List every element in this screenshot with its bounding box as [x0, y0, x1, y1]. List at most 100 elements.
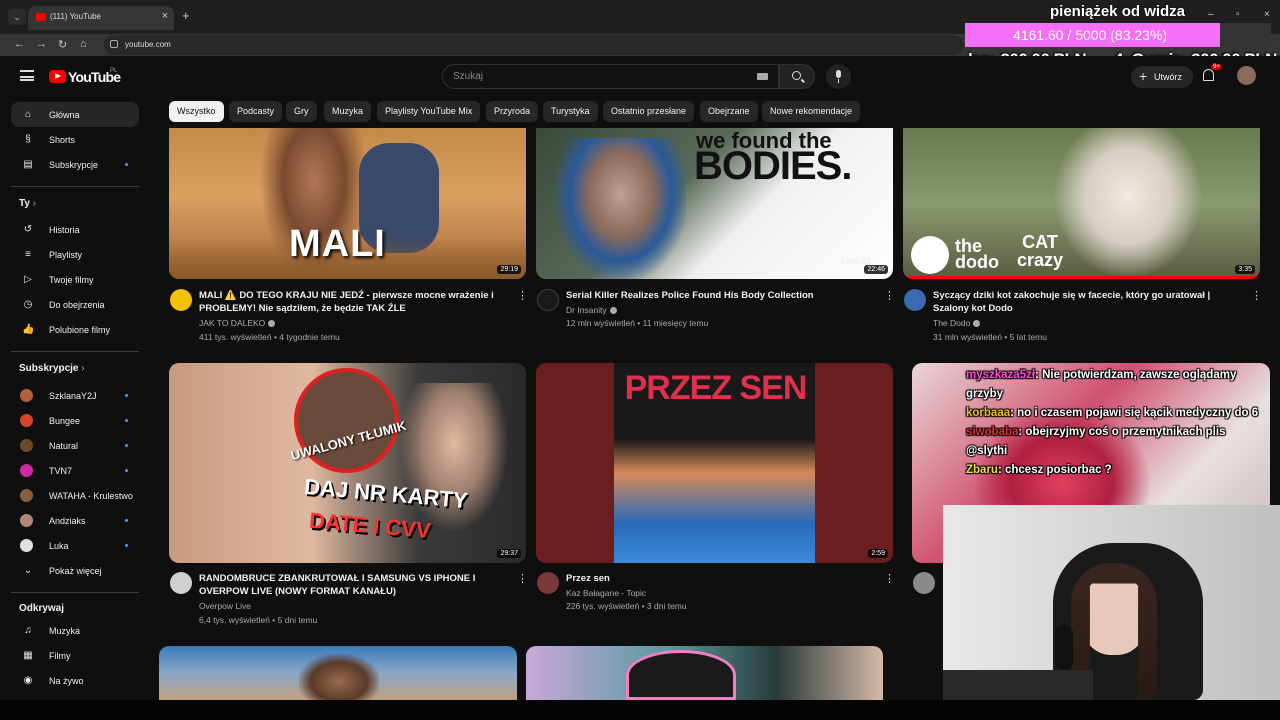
more-options-icon[interactable]: ⋮	[884, 572, 895, 585]
subscriptions-section-header[interactable]: Subskrypcje ›	[19, 363, 85, 374]
channel-avatar	[20, 439, 33, 452]
more-options-icon[interactable]: ⋮	[1251, 289, 1262, 302]
sidebar-sub-szklanay2j[interactable]: SzklanaY2J	[11, 383, 139, 408]
search-button[interactable]	[779, 64, 815, 89]
you-section-header[interactable]: Ty ›	[19, 198, 36, 209]
channel-name[interactable]: Kaz Bałagane - Topic	[566, 586, 646, 600]
chip-recently-uploaded[interactable]: Ostatnio przesłane	[603, 101, 695, 122]
sidebar-item-shorts[interactable]: § Shorts	[11, 127, 139, 152]
chip-music[interactable]: Muzyka	[324, 101, 372, 122]
minimize-icon[interactable]: –	[1208, 9, 1214, 20]
site-info-icon[interactable]	[110, 40, 118, 48]
create-button[interactable]: + Utwórz	[1131, 66, 1193, 88]
notifications-bell-icon[interactable]	[1203, 69, 1214, 81]
webcam-overlay	[943, 505, 1280, 700]
sidebar-sub-wataha[interactable]: WATAHA - Krulestwo	[11, 483, 139, 508]
sidebar-item-home[interactable]: ⌂ Główna	[11, 102, 139, 127]
video-thumbnail-mali[interactable]: MALI 29:19	[169, 128, 526, 279]
sidebar-item-label: SzklanaY2J	[49, 391, 97, 401]
tab-search-icon[interactable]: ⌄	[8, 9, 26, 25]
more-options-icon[interactable]: ⋮	[884, 289, 895, 302]
channel-avatar[interactable]	[170, 289, 192, 311]
sidebar-divider	[11, 186, 139, 187]
channel-avatar[interactable]	[537, 289, 559, 311]
video-title[interactable]: Syczący dziki kot zakochuje się w faceci…	[933, 289, 1248, 315]
sidebar-item-history[interactable]: ↺ Historia	[11, 217, 139, 242]
video-title[interactable]: Serial Killer Realizes Police Found His …	[566, 289, 881, 302]
video-thumbnail-randombruce[interactable]: UWALONY TŁUMIK DAJ NR KARTY DATE I CVV 2…	[169, 363, 526, 563]
channel-name-text: Dr Insanity	[566, 305, 607, 315]
sidebar-item-label: Do obejrzenia	[49, 300, 105, 310]
new-tab-icon[interactable]: +	[182, 8, 190, 23]
sidebar-item-music[interactable]: ♫ Muzyka	[11, 618, 139, 643]
sidebar-sub-bungee[interactable]: Bungee	[11, 408, 139, 433]
sidebar-item-subscriptions[interactable]: ▤ Subskrypcje	[11, 152, 139, 177]
keyboard-icon[interactable]	[757, 73, 768, 80]
channel-name[interactable]: Overpow Live	[199, 599, 251, 613]
voice-search-mic-icon[interactable]	[826, 64, 851, 89]
sidebar-item-liked-videos[interactable]: 👍 Polubione filmy	[11, 317, 139, 342]
video-title[interactable]: MALI ⚠️ DO TEGO KRAJU NIE JEDŹ - pierwsz…	[199, 289, 514, 315]
channel-avatar[interactable]	[170, 572, 192, 594]
channel-avatar[interactable]	[537, 572, 559, 594]
chip-all[interactable]: Wszystko	[169, 101, 224, 122]
channel-name[interactable]: The Dodo	[933, 316, 981, 330]
sidebar-show-more[interactable]: ⌄ Pokaż więcej	[11, 558, 139, 583]
chip-watched[interactable]: Obejrzane	[700, 101, 758, 122]
chip-tourism[interactable]: Turystyka	[543, 101, 598, 122]
tab-close-icon[interactable]: ×	[162, 10, 168, 22]
chip-podcasts[interactable]: Podcasty	[229, 101, 283, 122]
more-options-icon[interactable]: ⋮	[517, 572, 528, 585]
browser-tab-youtube[interactable]: (111) YouTube ×	[28, 6, 174, 30]
sidebar-item-your-videos[interactable]: ▷ Twoje filmy	[11, 267, 139, 292]
channel-avatar	[20, 539, 33, 552]
channel-name[interactable]: JAK TO DALEKO	[199, 316, 276, 330]
video-thumbnail-dodo-cat[interactable]: the dodo CAT crazy 3:35	[903, 128, 1260, 279]
back-icon[interactable]: ←	[14, 38, 25, 50]
chip-new-recommendations[interactable]: Nowe rekomendacje	[762, 101, 861, 122]
video-title[interactable]: RANDOMBRUCE ZBANKRUTOWAŁ I SAMSUNG VS IP…	[199, 572, 514, 598]
sidebar-sub-tvn7[interactable]: TVN7	[11, 458, 139, 483]
chevron-right-icon: ›	[81, 363, 85, 374]
sidebar-sub-luka[interactable]: Luka	[11, 533, 139, 558]
url-text: youtube.com	[125, 40, 171, 49]
chip-games[interactable]: Gry	[286, 101, 317, 122]
channel-avatar[interactable]	[913, 572, 935, 594]
chip-youtube-mix[interactable]: Playlisty YouTube Mix	[377, 101, 481, 122]
chip-nature[interactable]: Przyroda	[486, 101, 539, 122]
reload-icon[interactable]: ↻	[58, 38, 67, 51]
url-field[interactable]: youtube.com	[104, 35, 964, 55]
account-avatar[interactable]	[1237, 66, 1256, 85]
chat-text: : no i czasem pojawi się kącik medyczny …	[1010, 407, 1259, 419]
home-page-icon[interactable]: ⌂	[80, 38, 87, 50]
sidebar-sub-andziaks[interactable]: Andziaks	[11, 508, 139, 533]
sidebar-item-live[interactable]: ◉ Na żywo	[11, 668, 139, 693]
video-thumbnail-row3-2[interactable]	[526, 646, 883, 700]
youtube-logo-icon[interactable]	[49, 70, 66, 83]
video-thumbnail-serial-killer[interactable]: we found the BODIES. cam 01 22:46	[536, 128, 893, 279]
video-title[interactable]: Przez sen	[566, 572, 881, 585]
sidebar-item-playlists[interactable]: ≡ Playlisty	[11, 242, 139, 267]
more-options-icon[interactable]: ⋮	[517, 289, 528, 302]
forward-icon[interactable]: →	[36, 38, 47, 50]
channel-avatar	[20, 464, 33, 477]
channel-avatar[interactable]	[904, 289, 926, 311]
hamburger-menu-icon[interactable]	[20, 70, 34, 81]
sidebar-sub-natural[interactable]: Natural	[11, 433, 139, 458]
channel-name[interactable]: Dr Insanity	[566, 303, 617, 317]
sidebar-item-watch-later[interactable]: ◷ Do obejrzenia	[11, 292, 139, 317]
tab-title: (111) YouTube	[50, 12, 102, 21]
search-input[interactable]: Szukaj	[442, 64, 779, 89]
thumb-text-1: the dodo	[955, 236, 999, 272]
thumb-text: MALI	[289, 223, 386, 265]
music-icon: ♫	[24, 625, 32, 636]
you-header-label: Ty	[19, 198, 30, 209]
sidebar-item-label: Historia	[49, 225, 80, 235]
sidebar-item-label: Luka	[49, 541, 69, 551]
video-duration: 3:35	[1235, 265, 1255, 274]
sidebar-item-movies[interactable]: ▦ Filmy	[11, 643, 139, 668]
video-thumbnail-przez-sen[interactable]: PRZEZ SEN 2:59	[536, 363, 893, 563]
window-close-icon[interactable]: ×	[1264, 9, 1270, 20]
maximize-icon[interactable]: ▫	[1236, 9, 1240, 20]
video-thumbnail-row3-1[interactable]	[159, 646, 517, 700]
